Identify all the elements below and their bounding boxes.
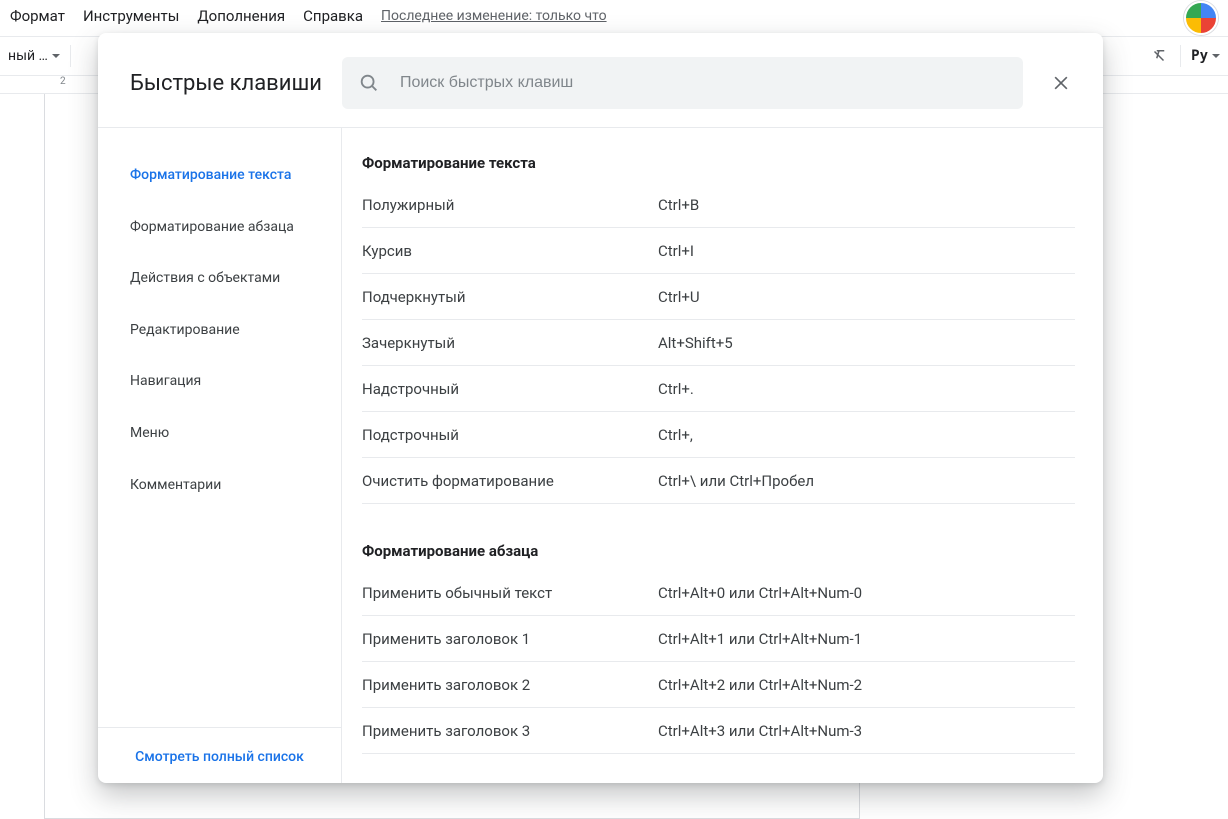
shortcut-keys: Alt+Shift+5 xyxy=(658,334,1075,352)
full-list-link[interactable]: Смотреть полный список xyxy=(135,749,304,765)
shortcut-keys: Ctrl+Alt+0 или Ctrl+Alt+Num-0 xyxy=(658,584,1075,602)
shortcut-row: Очистить форматированиеCtrl+\ или Ctrl+П… xyxy=(362,458,1075,504)
shortcut-row: Применить заголовок 3Ctrl+Alt+3 или Ctrl… xyxy=(362,708,1075,754)
header-actions xyxy=(1184,0,1218,36)
sidebar-footer: Смотреть полный список xyxy=(98,727,341,783)
shortcut-keys: Ctrl+\ или Ctrl+Пробел xyxy=(658,472,1075,490)
chevron-down-icon xyxy=(52,54,60,58)
shortcut-keys: Ctrl+Alt+3 или Ctrl+Alt+Num-3 xyxy=(658,722,1075,740)
search-input[interactable] xyxy=(398,73,1007,93)
shortcut-row: КурсивCtrl+I xyxy=(362,228,1075,274)
close-button[interactable] xyxy=(1043,65,1079,101)
sidebar-item[interactable]: Навигация xyxy=(98,356,341,408)
chevron-down-icon xyxy=(1212,54,1220,58)
section-title: Форматирование текста xyxy=(362,154,1075,172)
avatar[interactable] xyxy=(1184,1,1218,35)
shortcut-name: Очистить форматирование xyxy=(362,472,658,490)
shortcut-name: Зачеркнутый xyxy=(362,334,658,352)
mode-label: Py xyxy=(1191,48,1208,64)
menubar-item[interactable]: Инструменты xyxy=(83,7,179,25)
shortcut-section: Форматирование текстаПолужирныйCtrl+BКур… xyxy=(362,154,1075,504)
shortcut-name: Подчеркнутый xyxy=(362,288,658,306)
dialog-header: Быстрые клавиши xyxy=(98,33,1103,127)
shortcut-keys: Ctrl+I xyxy=(658,242,1075,260)
shortcut-name: Подстрочный xyxy=(362,426,658,444)
menubar: Формат Инструменты Дополнения Справка По… xyxy=(0,3,1228,29)
shortcut-row: ПодчеркнутыйCtrl+U xyxy=(362,274,1075,320)
sidebar-item[interactable]: Форматирование текста xyxy=(98,150,341,202)
shortcut-name: Надстрочный xyxy=(362,380,658,398)
shortcut-row: ПолужирныйCtrl+B xyxy=(362,182,1075,228)
ruler-mark: 2 xyxy=(60,76,66,87)
shortcut-row: ЗачеркнутыйAlt+Shift+5 xyxy=(362,320,1075,366)
sidebar-item[interactable]: Редактирование xyxy=(98,305,341,357)
shortcut-name: Полужирный xyxy=(362,196,658,214)
menubar-item[interactable]: Формат xyxy=(10,7,65,25)
category-list: Форматирование текстаФорматирование абза… xyxy=(98,128,341,727)
keyboard-shortcuts-dialog: Быстрые клавиши Форматирование текстаФор… xyxy=(98,33,1103,783)
shortcut-row: Применить обычный текстCtrl+Alt+0 или Ct… xyxy=(362,570,1075,616)
shortcut-name: Применить заголовок 2 xyxy=(362,676,658,694)
paragraph-style-dropdown[interactable]: ный … xyxy=(8,48,60,64)
shortcut-keys: Ctrl+Alt+1 или Ctrl+Alt+Num-1 xyxy=(658,630,1075,648)
paragraph-style-label: ный … xyxy=(8,48,48,64)
shortcut-name: Применить заголовок 3 xyxy=(362,722,658,740)
shortcut-row: Применить заголовок 2Ctrl+Alt+2 или Ctrl… xyxy=(362,662,1075,708)
dialog-body: Форматирование текстаФорматирование абза… xyxy=(98,127,1103,783)
shortcut-keys: Ctrl+U xyxy=(658,288,1075,306)
shortcut-row: НадстрочныйCtrl+. xyxy=(362,366,1075,412)
sidebar-item[interactable]: Комментарии xyxy=(98,460,341,512)
menubar-item[interactable]: Дополнения xyxy=(197,7,285,25)
shortcut-keys: Ctrl+, xyxy=(658,426,1075,444)
sidebar-item[interactable]: Форматирование абзаца xyxy=(98,202,341,254)
section-title: Форматирование абзаца xyxy=(362,542,1075,560)
shortcut-section: Форматирование абзаца Применить обычный т… xyxy=(362,542,1075,754)
remove-format-icon[interactable] xyxy=(1148,45,1170,67)
sidebar-item[interactable]: Действия с объектами xyxy=(98,253,341,305)
category-sidebar: Форматирование текстаФорматирование абза… xyxy=(98,128,342,783)
shortcut-keys: Ctrl+B xyxy=(658,196,1075,214)
dialog-title: Быстрые клавиши xyxy=(130,71,322,96)
toolbar-separator xyxy=(1180,45,1181,67)
mode-dropdown[interactable]: Py xyxy=(1191,48,1220,64)
shortcut-name: Применить заголовок 1 xyxy=(362,630,658,648)
shortcut-row: Применить заголовок 1Ctrl+Alt+1 или Ctrl… xyxy=(362,616,1075,662)
shortcut-keys: Ctrl+Alt+2 или Ctrl+Alt+Num-2 xyxy=(658,676,1075,694)
shortcut-name: Курсив xyxy=(362,242,658,260)
shortcut-name: Применить обычный текст xyxy=(362,584,658,602)
toolbar-separator xyxy=(70,45,71,67)
shortcut-row: ПодстрочныйCtrl+, xyxy=(362,412,1075,458)
search-box[interactable] xyxy=(342,57,1023,109)
shortcuts-content[interactable]: Форматирование текстаПолужирныйCtrl+BКур… xyxy=(342,128,1103,783)
menubar-item[interactable]: Справка xyxy=(303,7,363,25)
shortcut-keys: Ctrl+. xyxy=(658,380,1075,398)
sidebar-item[interactable]: Меню xyxy=(98,408,341,460)
last-edit-link[interactable]: Последнее изменение: только что xyxy=(381,8,607,24)
search-icon xyxy=(358,72,380,94)
